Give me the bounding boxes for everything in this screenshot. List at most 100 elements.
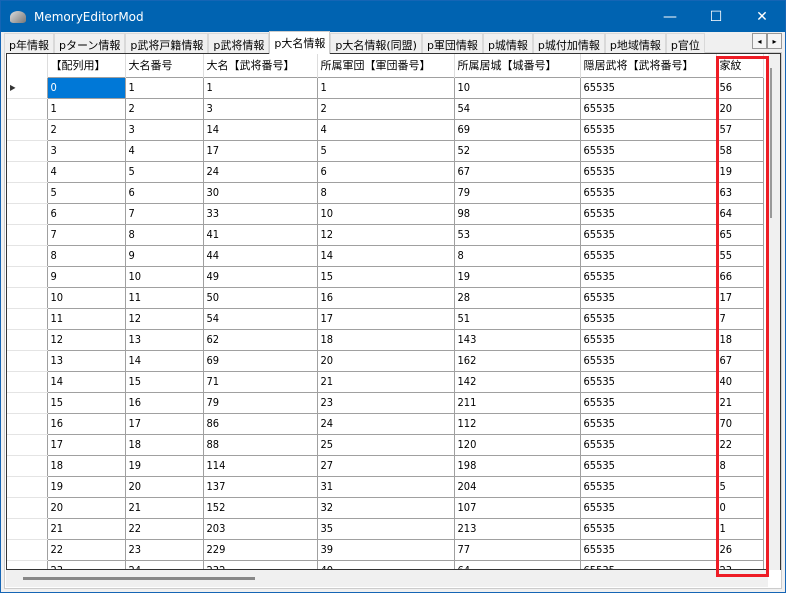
table-row[interactable]: 19 20 137 31 204 65535 5 xyxy=(7,475,764,498)
grid-cell[interactable]: 23 xyxy=(316,391,455,414)
grid-cell[interactable]: 2 xyxy=(124,97,204,120)
grid-cell[interactable]: 229 xyxy=(202,538,318,561)
row-header[interactable] xyxy=(7,119,47,141)
tab-5[interactable]: p大名情報(同盟) xyxy=(330,33,422,53)
row-header[interactable] xyxy=(7,224,47,246)
grid-cell[interactable]: 15 xyxy=(46,391,126,414)
table-row[interactable]: 21 22 203 35 213 65535 1 xyxy=(7,517,764,540)
grid-cell[interactable]: 35 xyxy=(316,517,455,540)
grid-cell[interactable]: 12 xyxy=(124,307,204,330)
grid-cell[interactable]: 4 xyxy=(316,118,455,141)
grid-cell[interactable]: 137 xyxy=(202,475,318,498)
table-row[interactable]: 16 17 86 24 112 65535 70 xyxy=(7,412,764,435)
tab-1[interactable]: pターン情報 xyxy=(53,33,126,53)
grid-cell[interactable]: 13 xyxy=(46,349,126,372)
table-row[interactable]: 4 5 24 6 67 65535 19 xyxy=(7,160,764,183)
grid-cell[interactable]: 143 xyxy=(453,328,581,351)
grid-cell[interactable]: 70 xyxy=(715,412,764,435)
row-header[interactable] xyxy=(7,182,47,204)
grid-cell[interactable]: 3 xyxy=(202,97,318,120)
grid-cell[interactable]: 17 xyxy=(46,433,126,456)
table-row[interactable]: 15 16 79 23 211 65535 21 xyxy=(7,391,764,414)
grid-cell[interactable]: 65535 xyxy=(579,370,717,393)
grid-cell[interactable]: 40 xyxy=(715,370,764,393)
column-header[interactable]: 家紋 xyxy=(716,54,764,77)
column-header[interactable]: 大名【武将番号】 xyxy=(203,54,318,77)
grid-cell[interactable]: 65535 xyxy=(579,496,717,519)
row-header[interactable] xyxy=(7,497,47,519)
grid-cell[interactable]: 62 xyxy=(202,328,318,351)
grid-cell[interactable]: 27 xyxy=(316,454,455,477)
grid-cell[interactable]: 63 xyxy=(715,181,764,204)
grid-cell[interactable]: 10 xyxy=(124,265,204,288)
table-row[interactable]: 2 3 14 4 69 65535 57 xyxy=(7,118,764,141)
table-row[interactable]: 10 11 50 16 28 65535 17 xyxy=(7,286,764,309)
grid-cell[interactable]: 32 xyxy=(316,496,455,519)
grid-cell[interactable]: 11 xyxy=(124,286,204,309)
column-header[interactable]: 大名番号 xyxy=(125,54,204,77)
horizontal-scroll-thumb[interactable] xyxy=(23,577,255,580)
grid-cell[interactable]: 65535 xyxy=(579,181,717,204)
table-row[interactable]: 20 21 152 32 107 65535 0 xyxy=(7,496,764,519)
grid-cell[interactable]: 53 xyxy=(453,223,581,246)
grid-cell[interactable]: 8 xyxy=(124,223,204,246)
grid-cell[interactable]: 65535 xyxy=(579,391,717,414)
grid-cell[interactable]: 5 xyxy=(124,160,204,183)
row-header[interactable] xyxy=(7,203,47,225)
grid-cell[interactable]: 65535 xyxy=(579,76,717,99)
table-row[interactable]: 6 7 33 10 98 65535 64 xyxy=(7,202,764,225)
grid-cell[interactable]: 20 xyxy=(715,97,764,120)
grid-cell[interactable]: 71 xyxy=(202,370,318,393)
grid-cell[interactable]: 64 xyxy=(453,559,581,569)
grid-cell[interactable]: 19 xyxy=(453,265,581,288)
row-header[interactable] xyxy=(7,455,47,477)
column-header[interactable]: 所属居城【城番号】 xyxy=(454,54,581,77)
horizontal-scrollbar[interactable] xyxy=(6,570,768,587)
grid-cell[interactable]: 213 xyxy=(453,517,581,540)
grid-cell[interactable]: 51 xyxy=(453,307,581,330)
grid-cell[interactable]: 22 xyxy=(715,433,764,456)
grid-cell[interactable]: 14 xyxy=(202,118,318,141)
grid-cell[interactable]: 8 xyxy=(715,454,764,477)
grid-cell[interactable]: 17 xyxy=(202,139,318,162)
grid-cell[interactable]: 79 xyxy=(202,391,318,414)
grid-cell[interactable]: 24 xyxy=(202,160,318,183)
grid-cell[interactable]: 67 xyxy=(715,349,764,372)
grid-cell[interactable]: 77 xyxy=(453,538,581,561)
grid-cell[interactable]: 54 xyxy=(202,307,318,330)
grid-cell[interactable]: 33 xyxy=(202,202,318,225)
row-header[interactable] xyxy=(7,539,47,561)
grid-cell[interactable]: 9 xyxy=(124,244,204,267)
grid-cell[interactable]: 65535 xyxy=(579,559,717,569)
row-header[interactable] xyxy=(7,287,47,309)
grid-cell[interactable]: 5 xyxy=(46,181,126,204)
maximize-button[interactable]: ☐ xyxy=(693,1,739,32)
vertical-scroll-thumb[interactable] xyxy=(770,68,772,218)
grid-cell[interactable]: 65535 xyxy=(579,307,717,330)
grid-cell[interactable]: 65535 xyxy=(579,118,717,141)
grid-cell[interactable]: 67 xyxy=(453,160,581,183)
grid-cell[interactable]: 2 xyxy=(316,97,455,120)
grid-cell[interactable]: 203 xyxy=(202,517,318,540)
grid-cell[interactable]: 30 xyxy=(202,181,318,204)
grid-cell[interactable]: 57 xyxy=(715,118,764,141)
grid-cell[interactable]: 8 xyxy=(46,244,126,267)
grid-cell[interactable]: 65535 xyxy=(579,160,717,183)
row-header[interactable] xyxy=(7,161,47,183)
table-row[interactable]: 1 2 3 2 54 65535 20 xyxy=(7,97,764,120)
table-row[interactable]: 11 12 54 17 51 65535 7 xyxy=(7,307,764,330)
grid-cell[interactable]: 13 xyxy=(124,328,204,351)
grid-cell[interactable]: 55 xyxy=(715,244,764,267)
row-header[interactable] xyxy=(7,98,47,120)
tab-3[interactable]: p武将情報 xyxy=(208,33,270,53)
table-row[interactable]: 12 13 62 18 143 65535 18 xyxy=(7,328,764,351)
row-header[interactable] xyxy=(7,476,47,498)
grid-cell[interactable]: 21 xyxy=(124,496,204,519)
row-header[interactable] xyxy=(7,434,47,456)
column-header[interactable]: 【配列用】 xyxy=(47,54,126,77)
grid-cell[interactable]: 15 xyxy=(316,265,455,288)
tab-scroll-left-button[interactable]: ◂ xyxy=(752,33,767,49)
grid-cell[interactable]: 142 xyxy=(453,370,581,393)
minimize-button[interactable]: — xyxy=(647,1,693,32)
grid-cell[interactable]: 79 xyxy=(453,181,581,204)
